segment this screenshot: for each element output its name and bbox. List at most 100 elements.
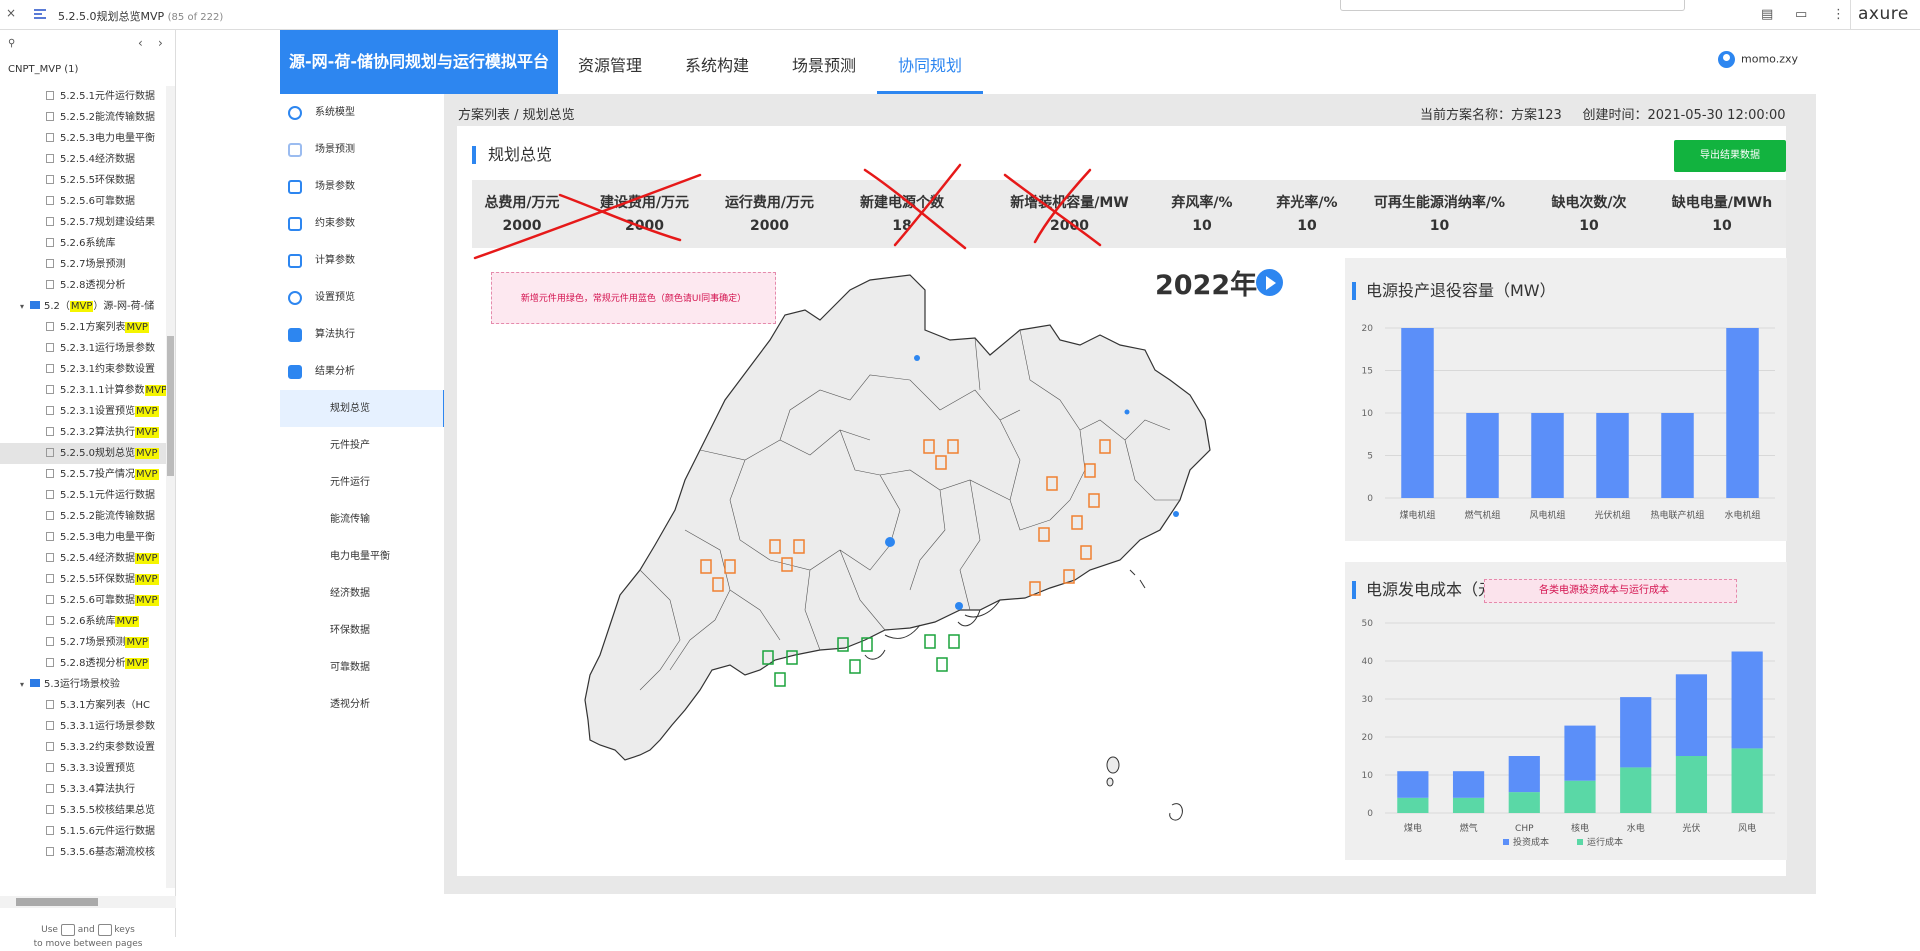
sidenav-item[interactable]: 电力电量平衡	[280, 538, 445, 575]
sidenav-item[interactable]: 能流传输	[280, 501, 445, 538]
sitemap-item[interactable]: 5.3.5.6基态潮流校核	[0, 842, 166, 863]
sitemap-item[interactable]: 5.2.5.5环保数据MVP	[0, 569, 166, 590]
bar-operating-cost	[1620, 767, 1652, 813]
bar-operating-cost	[1508, 792, 1540, 813]
bar-investment-cost	[1508, 756, 1540, 793]
sitemap-item[interactable]: 5.2.6系统库MVP	[0, 611, 166, 632]
sidenav-item[interactable]: 场景预测	[280, 131, 445, 168]
search-icon[interactable]: ⚲	[8, 38, 15, 49]
sitemap-item[interactable]: 5.2.3.1运行场景参数	[0, 338, 166, 359]
sitemap-item[interactable]: 5.3.5.5校核结果总览	[0, 800, 166, 821]
comment-icon[interactable]: ▭	[1795, 7, 1807, 22]
sidenav-item[interactable]: 设置预览	[280, 279, 445, 316]
sitemap-item[interactable]: 5.2.7场景预测MVP	[0, 632, 166, 653]
play-button[interactable]	[1256, 269, 1283, 296]
island	[1106, 777, 1114, 787]
sidenav-item[interactable]: 透视分析	[280, 686, 445, 723]
sitemap-item[interactable]: 5.2.8透视分析	[0, 275, 166, 296]
sidenav-item[interactable]: 场景参数	[280, 168, 445, 205]
sitemap-item[interactable]: 5.2.5.5环保数据	[0, 170, 166, 191]
sitemap-item[interactable]: 5.3.3.1运行场景参数	[0, 716, 166, 737]
sitemap-item[interactable]: 5.3.3.3设置预览	[0, 758, 166, 779]
page-icon	[46, 196, 54, 205]
sitemap-item[interactable]: 5.2.3.2算法执行MVP	[0, 422, 166, 443]
tab-collaborative-planning[interactable]: 协同规划	[898, 52, 962, 76]
sitemap-item[interactable]: 5.2.5.3电力电量平衡	[0, 527, 166, 548]
stat-wind-curtailment: 弃风率/% 10	[1152, 192, 1252, 234]
sitemap-item[interactable]: 5.2.7场景预测	[0, 254, 166, 275]
sitemap-item-label: 5.2.5.2能流传输数据	[60, 112, 155, 123]
sidenav-item[interactable]: 算法执行	[280, 316, 445, 353]
page-list-icon[interactable]	[34, 9, 46, 20]
sitemap-item-label: 5.3.3.4算法执行	[60, 784, 135, 795]
sitemap-item[interactable]: 5.2.5.0规划总览MVP	[0, 443, 166, 464]
sitemap-item[interactable]: 5.1.5.6元件运行数据	[0, 821, 166, 842]
sidenav-item[interactable]: 元件投产	[280, 427, 445, 464]
page-icon	[46, 490, 54, 499]
sitemap-item[interactable]: 5.2.3.1约束参数设置	[0, 359, 166, 380]
sitemap-item[interactable]: 5.2.5.2能流传输数据	[0, 506, 166, 527]
sidenav-item[interactable]: 规划总览	[280, 390, 445, 427]
sitemap-item[interactable]: ▾ 5.2（MVP）源-网-荷-储	[0, 296, 166, 317]
sidenav-item[interactable]: 计算参数	[280, 242, 445, 279]
scrollbar-thumb[interactable]	[16, 898, 98, 906]
sidenav-item[interactable]: 可靠数据	[280, 649, 445, 686]
stat-value: 2000	[750, 218, 789, 234]
sitemap-item[interactable]: 5.2.8透视分析MVP	[0, 653, 166, 674]
bar-investment-cost	[1731, 651, 1763, 749]
user-avatar-icon	[1718, 51, 1735, 68]
sitemap-item[interactable]: 5.2.1方案列表MVP	[0, 317, 166, 338]
sitemap-item[interactable]: 5.2.6系统库	[0, 233, 166, 254]
sidenav-item[interactable]: 系统模型	[280, 94, 445, 131]
notes-icon[interactable]: ▤	[1761, 7, 1773, 22]
tab-system-build[interactable]: 系统构建	[685, 52, 749, 76]
y-tick-label: 40	[1362, 657, 1374, 667]
sitemap-item[interactable]: ▾ 5.3运行场景校验	[0, 674, 166, 695]
sitemap-item[interactable]: 5.2.5.4经济数据	[0, 149, 166, 170]
sitemap-horizontal-scrollbar[interactable]	[0, 896, 176, 908]
sitemap-item[interactable]: 5.2.5.3电力电量平衡	[0, 128, 166, 149]
toolbar-divider	[1850, 0, 1851, 30]
tab-scenario-forecast[interactable]: 场景预测	[792, 52, 856, 76]
sidenav-item-label: 规划总览	[330, 403, 370, 414]
scheme-info: 当前方案名称：方案123 创建时间：2021-05-30 12:00:00	[1420, 104, 1786, 123]
tab-resource-management[interactable]: 资源管理	[578, 52, 642, 76]
sitemap-item[interactable]: 5.2.5.6可靠数据MVP	[0, 590, 166, 611]
previous-page-icon[interactable]: ‹	[138, 36, 143, 50]
sitemap-item[interactable]: 5.2.5.6可靠数据	[0, 191, 166, 212]
sitemap-item[interactable]: 5.2.5.7规划建设结果	[0, 212, 166, 233]
sitemap-item[interactable]: 5.3.3.4算法执行	[0, 779, 166, 800]
sitemap-item[interactable]: 5.3.1方案列表（HC	[0, 695, 166, 716]
page-count: (85 of 222)	[167, 12, 224, 23]
sitemap-item[interactable]: 5.2.3.1设置预览MVP	[0, 401, 166, 422]
sitemap-item[interactable]: 5.3.3.2约束参数设置	[0, 737, 166, 758]
bar	[1401, 328, 1434, 498]
sitemap-item[interactable]: 5.2.5.1元件运行数据	[0, 485, 166, 506]
hint-line2: to move between pages	[33, 939, 143, 949]
user-menu[interactable]: momo.zxy	[1718, 51, 1798, 68]
expand-toggle-icon[interactable]: ▾	[20, 674, 30, 695]
close-icon[interactable]: ×	[6, 6, 16, 20]
sidenav-item[interactable]: 经济数据	[280, 575, 445, 612]
export-results-button[interactable]: 导出结果数据	[1674, 140, 1786, 172]
more-icon[interactable]: ⋮	[1832, 7, 1845, 22]
page-icon	[46, 553, 54, 562]
expand-toggle-icon[interactable]: ▾	[20, 296, 30, 317]
sidenav-item[interactable]: 结果分析	[280, 353, 445, 390]
page-icon	[46, 763, 54, 772]
sitemap-item-label: 5.2.6系统库	[60, 616, 116, 627]
sitemap-item[interactable]: 5.2.5.2能流传输数据	[0, 107, 166, 128]
existing-station-dot	[914, 355, 920, 361]
sidenav-item[interactable]: 元件运行	[280, 464, 445, 501]
sitemap-item[interactable]: 5.2.5.4经济数据MVP	[0, 548, 166, 569]
sidenav-item[interactable]: 环保数据	[280, 612, 445, 649]
sitemap-vertical-scrollbar[interactable]	[166, 86, 175, 888]
sitemap-item[interactable]: 5.2.3.1.1计算参数MVP	[0, 380, 166, 401]
sidenav-item-label: 算法执行	[315, 329, 355, 340]
next-page-icon[interactable]: ›	[158, 36, 163, 50]
scrollbar-thumb[interactable]	[167, 336, 174, 476]
sitemap-item[interactable]: 5.2.5.1元件运行数据	[0, 86, 166, 107]
project-name: CNPT_MVP (1)	[8, 64, 79, 75]
sidenav-item[interactable]: 约束参数	[280, 205, 445, 242]
sitemap-item[interactable]: 5.2.5.7投产情况MVP	[0, 464, 166, 485]
